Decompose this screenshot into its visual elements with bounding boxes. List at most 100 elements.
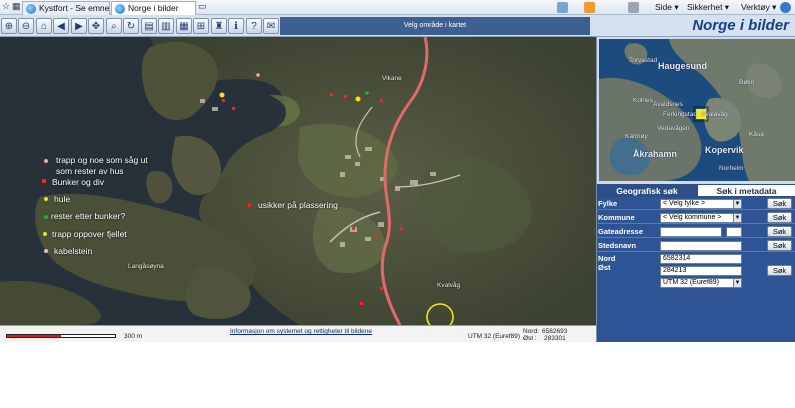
- legend-text-bunker: Bunker og div: [52, 177, 104, 187]
- chevron-down-icon: ▼: [733, 200, 741, 208]
- form-separator: [596, 209, 795, 210]
- mail-icon[interactable]: ✉: [263, 18, 279, 34]
- overview-label-kolnes: Kolnes: [633, 97, 653, 104]
- legend-text-rester-hus: som rester av hus: [56, 166, 124, 176]
- help-button-icon[interactable]: ?: [246, 18, 262, 34]
- legend-text-trapp-fjellet: trapp oppover fjellet: [52, 229, 127, 239]
- safety-menu[interactable]: Sikkerhet ▾: [687, 1, 729, 14]
- kommune-select[interactable]: < Velg kommune > ▼: [660, 213, 742, 223]
- zoom-out-icon[interactable]: ⊖: [18, 18, 34, 34]
- place-label-vikane: Vikane: [382, 75, 402, 82]
- zoom-in-icon[interactable]: ⊕: [1, 18, 17, 34]
- new-tab-icon[interactable]: ▭: [198, 1, 207, 12]
- fylke-search-button[interactable]: Søk: [767, 198, 792, 209]
- overview-label-torvastad: Torvastad: [629, 57, 658, 64]
- scale-label: 300 m: [124, 333, 143, 340]
- legend-text-kabelstein: kabelstein: [54, 246, 93, 256]
- tab-norge-i-bilder[interactable]: Norge i bilder: [111, 1, 196, 15]
- legend-text-rester-bunker: rester etter bunker?: [51, 211, 126, 221]
- map-title-strip: Velg område i kartet: [280, 17, 590, 35]
- help-icon[interactable]: [780, 2, 791, 13]
- fylke-select[interactable]: < Velg fylke > ▼: [660, 199, 742, 209]
- forward-icon[interactable]: ▶: [71, 18, 87, 34]
- overview-label-haugesund: Haugesund: [658, 61, 708, 71]
- ost-label: Øst: [598, 263, 611, 272]
- legend-marker-hule: [44, 197, 48, 201]
- quick-tabs-icon[interactable]: ▦: [12, 1, 21, 12]
- gateadresse-label: Gateadresse: [598, 227, 644, 236]
- gatenummer-input[interactable]: [726, 227, 742, 237]
- page-menu[interactable]: Side ▾: [655, 1, 679, 14]
- map-status-bar: 300 m Informasjon om systemet og rettigh…: [0, 325, 596, 342]
- browser-tab-bar: ☆ ▦ Kystfort - Se emne -... Norge i bild…: [0, 0, 795, 15]
- zoom-extent-icon[interactable]: ⌂: [36, 18, 52, 34]
- app-toolbar: ⊕ ⊖ ⌂ ◀ ▶ ✥ ⌕ ↻ ▤ ▥ ▦ ⊞ ♜ ℹ ? ✉ Velg omr…: [0, 15, 795, 37]
- stedsnavn-input[interactable]: [660, 241, 742, 251]
- legend-marker-kabelstein: [44, 249, 48, 253]
- status-nord-value: 6582693: [542, 328, 568, 335]
- right-panel: Torvastad Haugesund Kolnes Avaldsnes Fer…: [596, 37, 795, 342]
- chevron-down-icon: ▼: [733, 214, 741, 222]
- tab-list-icon[interactable]: ☆: [2, 1, 10, 12]
- print-icon[interactable]: [628, 2, 639, 13]
- gateadresse-search-button[interactable]: Søk: [767, 226, 792, 237]
- form-separator: [596, 223, 795, 224]
- stedsnavn-label: Stedsnavn: [598, 241, 636, 250]
- overview-label-avaldsnes: Avaldsnes: [653, 101, 683, 108]
- measure-icon[interactable]: ▤: [141, 18, 157, 34]
- refresh-icon[interactable]: ↻: [123, 18, 139, 34]
- stedsnavn-search-button[interactable]: Søk: [767, 240, 792, 251]
- overview-label-vedavagen: Vedavågen: [657, 125, 690, 132]
- info-icon[interactable]: ℹ: [228, 18, 244, 34]
- form-separator: [596, 237, 795, 238]
- grid-icon[interactable]: ▦: [176, 18, 192, 34]
- ost-input[interactable]: 284213: [660, 266, 742, 276]
- map-hint-text: Velg område i kartet: [403, 22, 467, 29]
- ie-tab-favicon-icon: [26, 4, 36, 14]
- fylke-label: Fylke: [598, 199, 618, 208]
- place-label-langasoyna: Langåsøyna: [128, 263, 164, 270]
- status-ost-label: Øst :: [523, 335, 537, 342]
- aerial-map[interactable]: trapp og noe som såg ut som rester av hu…: [0, 37, 596, 325]
- home-icon[interactable]: [557, 2, 568, 13]
- gateadresse-input[interactable]: [660, 227, 722, 237]
- form-separator: [596, 251, 795, 252]
- projection-select[interactable]: UTM 32 (Euref89) ▼: [660, 278, 742, 288]
- overview-map[interactable]: Torvastad Haugesund Kolnes Avaldsnes Fer…: [599, 39, 795, 181]
- identify-icon[interactable]: ⌕: [106, 18, 122, 34]
- layers-icon[interactable]: ⊞: [193, 18, 209, 34]
- overview-label-norheim: Norheim: [719, 165, 744, 172]
- overview-label-ferkingstad: Ferkingstad: [663, 111, 697, 118]
- tab-geografisk-sok[interactable]: Geografisk søk: [597, 184, 697, 197]
- tools-menu[interactable]: Verktøy ▾: [741, 1, 776, 14]
- nord-input[interactable]: 6582314: [660, 254, 742, 264]
- overview-label-karmoy: Karmøy: [625, 133, 648, 140]
- status-ost-value: 283301: [544, 335, 566, 342]
- legend-text-trapp: trapp og noe som såg ut: [56, 155, 148, 165]
- chevron-down-icon: ▼: [733, 279, 741, 287]
- info-rights-link[interactable]: Informasjon om systemet og rettigheter t…: [230, 328, 372, 335]
- back-icon[interactable]: ◀: [53, 18, 69, 34]
- brand-title: Norge i bilder: [692, 17, 789, 34]
- lock-icon[interactable]: ♜: [211, 18, 227, 34]
- coordinate-search-button[interactable]: Søk: [767, 265, 792, 276]
- legend-text-hule: hule: [54, 194, 71, 204]
- overview-label-bokn: Bøkn: [739, 79, 755, 86]
- kommune-search-button[interactable]: Søk: [767, 212, 792, 223]
- kommune-label: Kommune: [598, 213, 635, 222]
- tab-sok-metadata[interactable]: Søk i metadata: [697, 184, 795, 197]
- scale-bar: [6, 334, 116, 338]
- legend-marker-rester-bunker: [44, 215, 48, 219]
- rss-feed-icon[interactable]: [584, 2, 595, 13]
- browser-window: ☆ ▦ Kystfort - Se emne -... Norge i bild…: [0, 0, 795, 408]
- legend-marker-trapp: [44, 159, 48, 163]
- search-tabs: Geografisk søk Søk i metadata: [597, 184, 795, 197]
- legend-marker-bunker: [42, 179, 46, 183]
- pan-icon[interactable]: ✥: [88, 18, 104, 34]
- overview-label-akrahamn: Åkrahamn: [633, 149, 678, 159]
- map-annotation: usikker på plassering: [258, 200, 338, 210]
- print-map-icon[interactable]: ▥: [158, 18, 174, 34]
- status-nord-label: Nord:: [523, 328, 539, 335]
- tab-kystfort[interactable]: Kystfort - Se emne -...: [22, 1, 110, 15]
- ie-tab-favicon-icon: [115, 4, 125, 14]
